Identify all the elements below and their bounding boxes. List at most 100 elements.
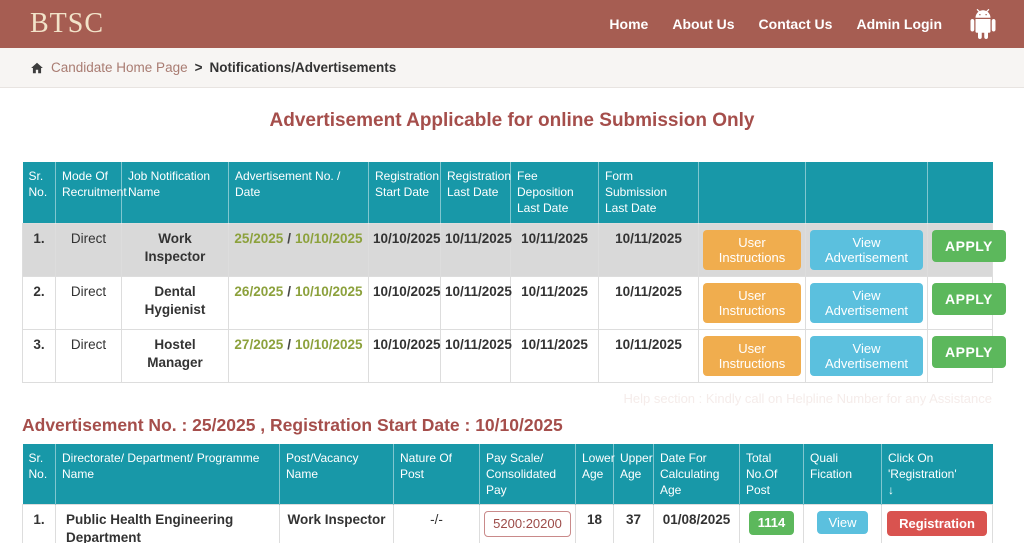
registration-button[interactable]: Registration xyxy=(887,511,987,536)
user-instructions-button[interactable]: User Instructions xyxy=(703,283,801,323)
home-icon xyxy=(30,61,44,75)
notifications-header-row: Sr. No. Mode Of Recruitment Job Notifica… xyxy=(23,162,993,223)
cell-apply: APPLY xyxy=(928,329,993,382)
breadcrumb-current: Notifications/Advertisements xyxy=(209,60,396,75)
cell-job: Dental Hygienist xyxy=(122,276,229,329)
cell-reg-start: 10/10/2025 xyxy=(369,223,441,276)
notification-row-1: 1. Direct Work Inspector 25/2025/10/10/2… xyxy=(23,223,993,276)
cell-reg-last: 10/11/2025 xyxy=(441,276,511,329)
cell-apply: APPLY xyxy=(928,223,993,276)
vacancy-row-1: 1. Public Health Engineering Department … xyxy=(23,505,993,543)
cell-apply: APPLY xyxy=(928,276,993,329)
cell-form-last: 10/11/2025 xyxy=(599,223,699,276)
cell-nature: -/- xyxy=(394,505,480,543)
view-advertisement-button[interactable]: View Advertisement xyxy=(810,283,923,323)
cell-sr: 2. xyxy=(23,276,56,329)
cell-fee-last: 10/11/2025 xyxy=(511,276,599,329)
cell-user-instructions: User Instructions xyxy=(699,223,806,276)
cell-pay-scale: 5200:20200 xyxy=(480,505,576,543)
apply-button[interactable]: APPLY xyxy=(932,230,1006,262)
adv-number: 25/2025 xyxy=(234,231,283,246)
cell-user-instructions: User Instructions xyxy=(699,276,806,329)
top-navbar: BTSC Home About Us Contact Us Admin Logi… xyxy=(0,0,1024,48)
cell-fee-last: 10/11/2025 xyxy=(511,223,599,276)
nav-about-us[interactable]: About Us xyxy=(672,16,734,32)
nav-contact-us[interactable]: Contact Us xyxy=(759,16,833,32)
page: BTSC Home About Us Contact Us Admin Logi… xyxy=(0,0,1024,543)
user-instructions-button[interactable]: User Instructions xyxy=(703,336,801,376)
col-header-empty-apply xyxy=(928,162,993,223)
user-instructions-button[interactable]: User Instructions xyxy=(703,230,801,270)
cell-sr: 1. xyxy=(23,505,56,543)
cell-view-advertisement: View Advertisement xyxy=(806,276,928,329)
cell-upper-age: 37 xyxy=(614,505,654,543)
cell-adv-no-date: 27/2025/10/10/2025 xyxy=(229,329,369,382)
total-posts-badge: 1114 xyxy=(749,511,795,535)
down-arrow-icon: ↓ xyxy=(888,483,894,497)
col-header-click-registration: Click On 'Registration' ↓ xyxy=(882,444,993,505)
col-header-qualification: Quali Fication xyxy=(804,444,882,505)
col-header-sr-no: Sr. No. xyxy=(23,162,56,223)
android-app-icon[interactable] xyxy=(968,9,998,39)
main-nav: Home About Us Contact Us Admin Login xyxy=(609,16,942,32)
cell-lower-age: 18 xyxy=(576,505,614,543)
cell-registration: Registration xyxy=(882,505,993,543)
click-registration-label: Click On 'Registration' xyxy=(888,451,957,481)
vacancy-header-row: Sr. No. Directorate/ Department/ Program… xyxy=(23,444,993,505)
nav-admin-login[interactable]: Admin Login xyxy=(856,16,942,32)
page-title: Advertisement Applicable for online Subm… xyxy=(22,108,1002,134)
col-header-empty-instructions xyxy=(699,162,806,223)
cell-form-last: 10/11/2025 xyxy=(599,276,699,329)
col-header-empty-advertisement xyxy=(806,162,928,223)
vacancy-table: Sr. No. Directorate/ Department/ Program… xyxy=(22,444,993,543)
adv-number: 26/2025 xyxy=(234,284,283,299)
advertisement-section-title: Advertisement No. : 25/2025 , Registrati… xyxy=(22,413,1002,437)
cell-post: Work Inspector xyxy=(280,505,394,543)
pay-scale-box: 5200:20200 xyxy=(484,511,571,537)
col-header-reg-last: Registration Last Date xyxy=(441,162,511,223)
col-header-fee-last: Fee Deposition Last Date xyxy=(511,162,599,223)
cell-form-last: 10/11/2025 xyxy=(599,329,699,382)
qualification-view-button[interactable]: View xyxy=(817,511,869,534)
brand-logo[interactable]: BTSC xyxy=(30,8,104,40)
col-header-pay-scale: Pay Scale/ Consolidated Pay xyxy=(480,444,576,505)
cell-job: Hostel Manager xyxy=(122,329,229,382)
col-header-post-name: Post/Vacancy Name xyxy=(280,444,394,505)
notification-row-3: 3. Direct Hostel Manager 27/2025/10/10/2… xyxy=(23,329,993,382)
adv-separator: / xyxy=(283,337,295,352)
col-header-mode: Mode Of Recruitment xyxy=(56,162,122,223)
apply-button[interactable]: APPLY xyxy=(932,283,1006,315)
cell-adv-no-date: 26/2025/10/10/2025 xyxy=(229,276,369,329)
breadcrumb-candidate-home[interactable]: Candidate Home Page xyxy=(51,60,188,75)
col-header-department: Directorate/ Department/ Programme Name xyxy=(56,444,280,505)
col-header-nature: Nature Of Post xyxy=(394,444,480,505)
cell-mode: Direct xyxy=(56,223,122,276)
col-header-age-date: Date For Calculating Age xyxy=(654,444,740,505)
nav-home[interactable]: Home xyxy=(609,16,648,32)
cell-reg-last: 10/11/2025 xyxy=(441,329,511,382)
cell-qualification: View xyxy=(804,505,882,543)
col-header-reg-start: Registration Start Date xyxy=(369,162,441,223)
view-advertisement-button[interactable]: View Advertisement xyxy=(810,336,923,376)
cell-reg-last: 10/11/2025 xyxy=(441,223,511,276)
col-header-lower-age: Lower Age xyxy=(576,444,614,505)
cell-adv-no-date: 25/2025/10/10/2025 xyxy=(229,223,369,276)
adv-number: 27/2025 xyxy=(234,337,283,352)
cell-sr: 3. xyxy=(23,329,56,382)
cell-reg-start: 10/10/2025 xyxy=(369,329,441,382)
notifications-table: Sr. No. Mode Of Recruitment Job Notifica… xyxy=(22,162,993,383)
cell-department: Public Health Engineering Department xyxy=(56,505,280,543)
notification-row-2: 2. Direct Dental Hygienist 26/2025/10/10… xyxy=(23,276,993,329)
col-header-adv-no-date: Advertisement No. / Date xyxy=(229,162,369,223)
main-content: Advertisement Applicable for online Subm… xyxy=(0,108,1024,543)
cell-age-date: 01/08/2025 xyxy=(654,505,740,543)
cell-view-advertisement: View Advertisement xyxy=(806,329,928,382)
breadcrumb: Candidate Home Page > Notifications/Adve… xyxy=(0,48,1024,88)
apply-button[interactable]: APPLY xyxy=(932,336,1006,368)
adv-separator: / xyxy=(283,231,295,246)
faint-helper-text: Help section : Kindly call on Helpline N… xyxy=(22,391,992,407)
cell-user-instructions: User Instructions xyxy=(699,329,806,382)
view-advertisement-button[interactable]: View Advertisement xyxy=(810,230,923,270)
adv-date: 10/10/2025 xyxy=(295,231,363,246)
cell-view-advertisement: View Advertisement xyxy=(806,223,928,276)
